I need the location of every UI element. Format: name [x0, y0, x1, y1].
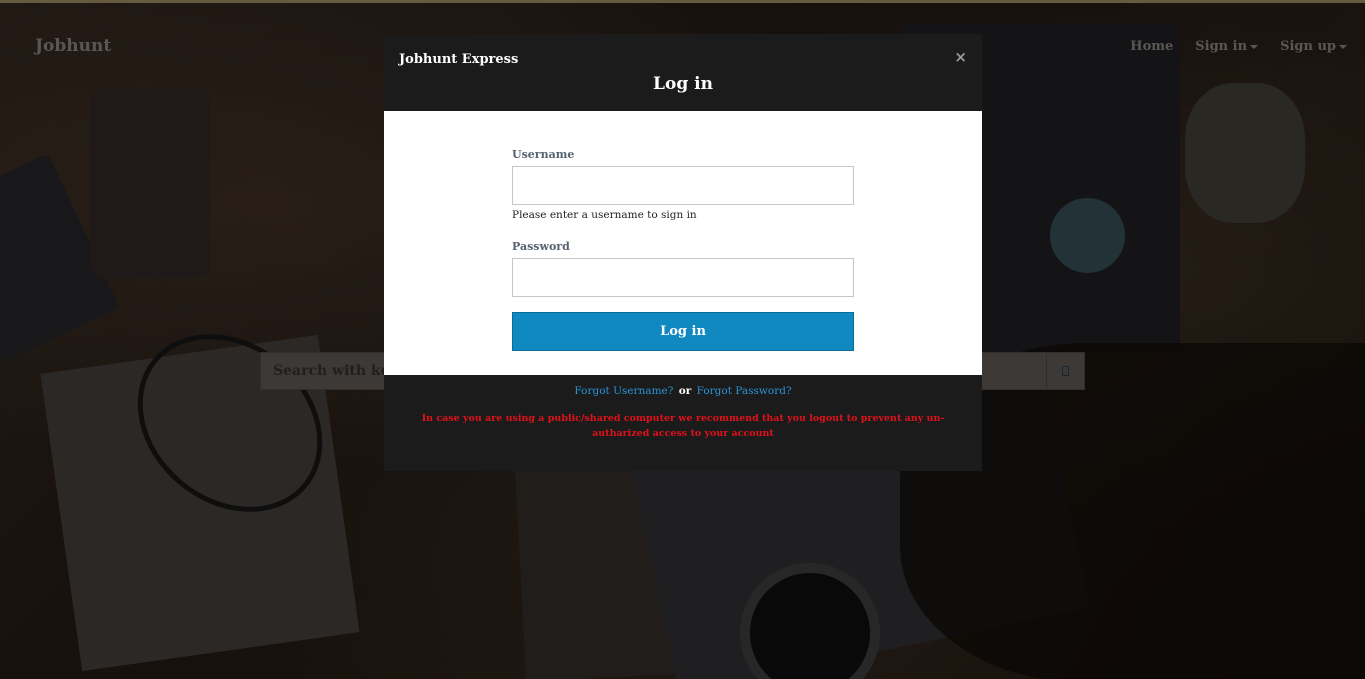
password-group: Password	[512, 240, 854, 297]
modal-header: Jobhunt Express Log in ×	[384, 34, 982, 111]
forgot-links: Forgot Username? or Forgot Password?	[384, 385, 982, 397]
login-form: Username Please enter a username to sign…	[512, 148, 854, 351]
or-text: or	[678, 385, 692, 397]
forgot-username-link[interactable]: Forgot Username?	[574, 385, 673, 397]
username-field[interactable]	[512, 166, 854, 205]
modal-footer: Forgot Username? or Forgot Password? In …	[384, 375, 982, 471]
forgot-password-link[interactable]: Forgot Password?	[697, 385, 792, 397]
close-icon[interactable]: ×	[954, 50, 967, 65]
password-field[interactable]	[512, 258, 854, 297]
username-help-text: Please enter a username to sign in	[512, 209, 697, 221]
username-label: Username	[512, 148, 575, 161]
login-modal: Jobhunt Express Log in × Username Please…	[384, 34, 982, 471]
modal-title: Log in	[653, 74, 713, 94]
login-button[interactable]: Log in	[512, 312, 854, 351]
modal-body: Username Please enter a username to sign…	[384, 111, 982, 375]
password-label: Password	[512, 240, 570, 253]
security-warning: In case you are using a public/shared co…	[421, 413, 945, 439]
modal-brand: Jobhunt Express	[399, 52, 519, 67]
